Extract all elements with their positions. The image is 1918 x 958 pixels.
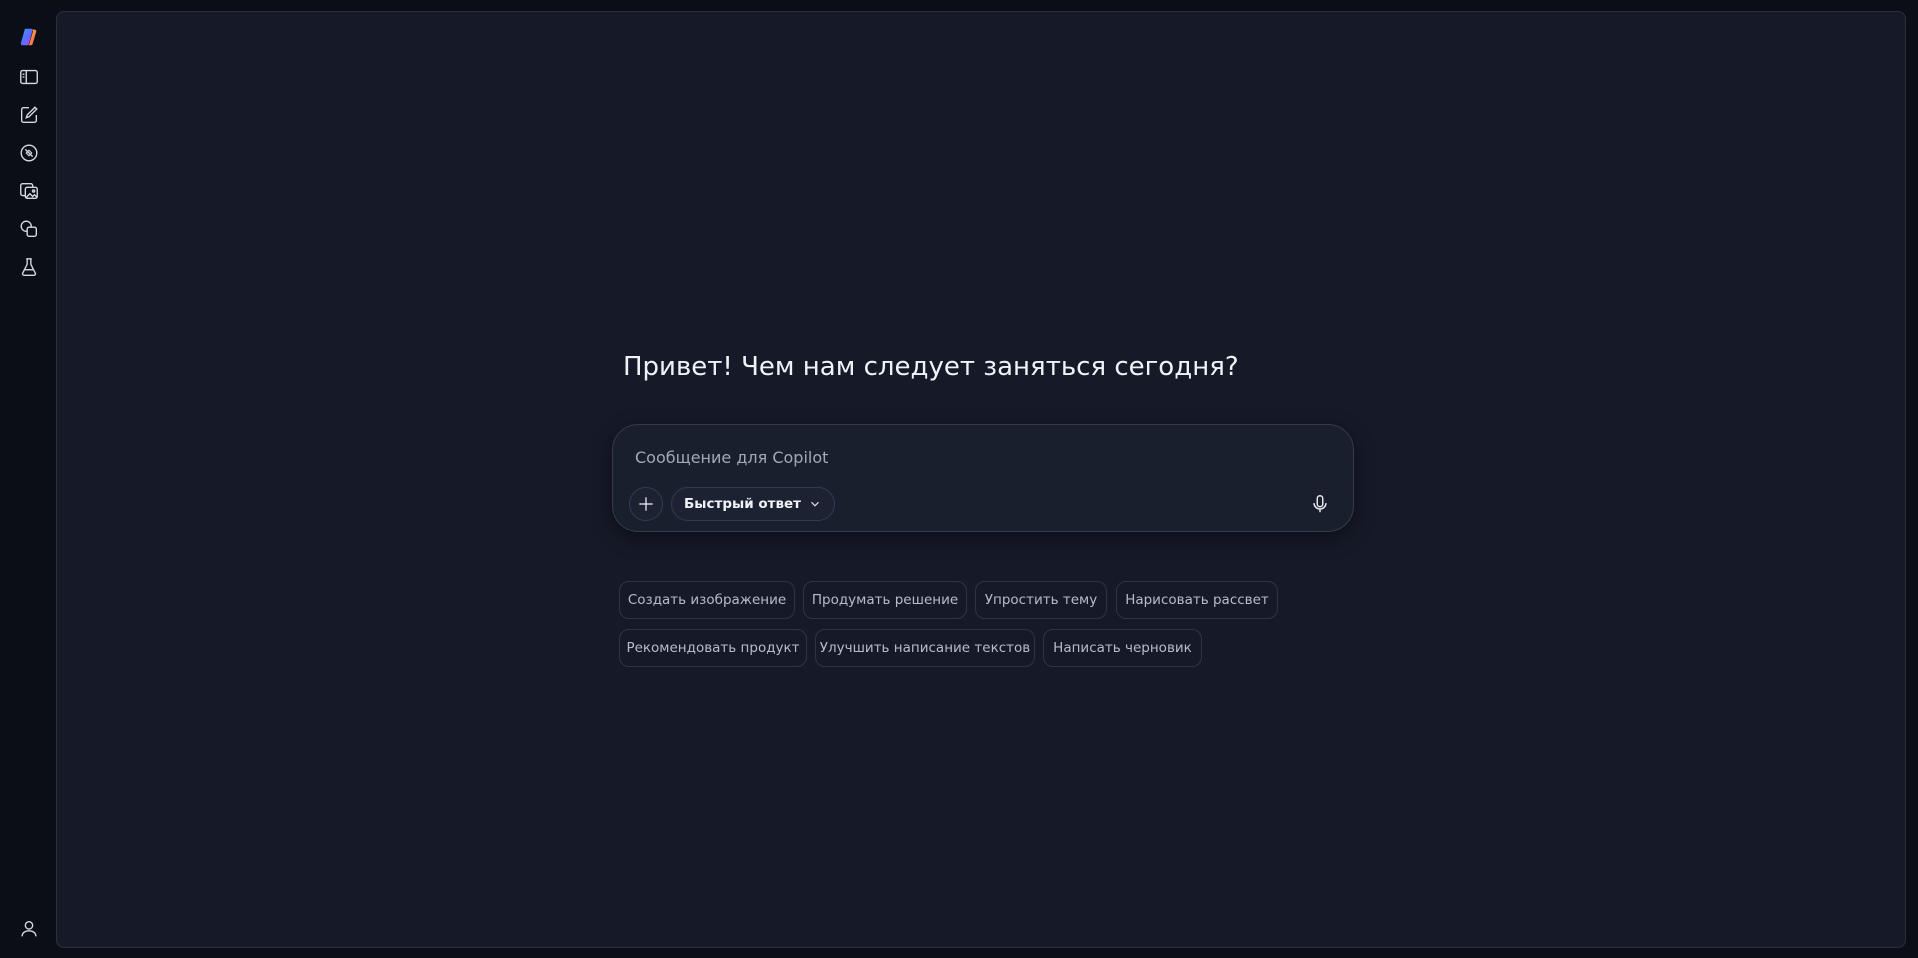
discover-icon [20,144,38,162]
message-input[interactable] [633,443,1317,471]
copilot-logo-icon [20,28,37,46]
copilot-logo[interactable] [16,24,42,50]
pages-button[interactable] [16,216,42,242]
suggestion-chip-write-draft[interactable]: Написать черновик [1043,629,1202,667]
message-composer: Быстрый ответ [612,424,1354,532]
response-mode-dropdown[interactable]: Быстрый ответ [671,487,835,521]
main-panel: Привет! Чем нам следует заняться сегодня… [56,11,1906,948]
pages-icon [20,220,38,238]
response-mode-label: Быстрый ответ [684,496,801,512]
labs-button[interactable] [16,254,42,280]
suggestion-chip-think-solution[interactable]: Продумать решение [803,581,967,619]
microphone-icon [1313,495,1327,513]
suggestion-chip-recommend-product[interactable]: Рекомендовать продукт [619,629,807,667]
microphone-button[interactable] [1303,487,1337,521]
discover-button[interactable] [16,140,42,166]
labs-icon [21,258,37,276]
sidebar-toggle-icon [20,69,38,85]
sidebar-toggle-button[interactable] [16,64,42,90]
new-chat-icon [20,106,38,124]
chevron-down-icon [811,501,819,507]
suggestion-chip-create-image[interactable]: Создать изображение [619,581,795,619]
copilot-app: Привет! Чем нам следует заняться сегодня… [0,0,1918,958]
suggestion-chip-simplify-topic[interactable]: Упростить тему [975,581,1107,619]
images-button[interactable] [16,178,42,204]
suggestion-chip-draw-sunrise[interactable]: Нарисовать рассвет [1116,581,1278,619]
greeting-heading: Привет! Чем нам следует заняться сегодня… [623,352,1239,382]
sidebar-rail [0,0,56,958]
plus-icon [639,497,653,511]
user-profile-icon [21,920,37,937]
suggestion-chip-improve-writing[interactable]: Улучшить написание текстов [815,629,1035,667]
image-gallery-icon [20,182,38,200]
attach-button[interactable] [629,487,663,521]
new-chat-button[interactable] [16,102,42,128]
profile-button[interactable] [16,916,42,942]
